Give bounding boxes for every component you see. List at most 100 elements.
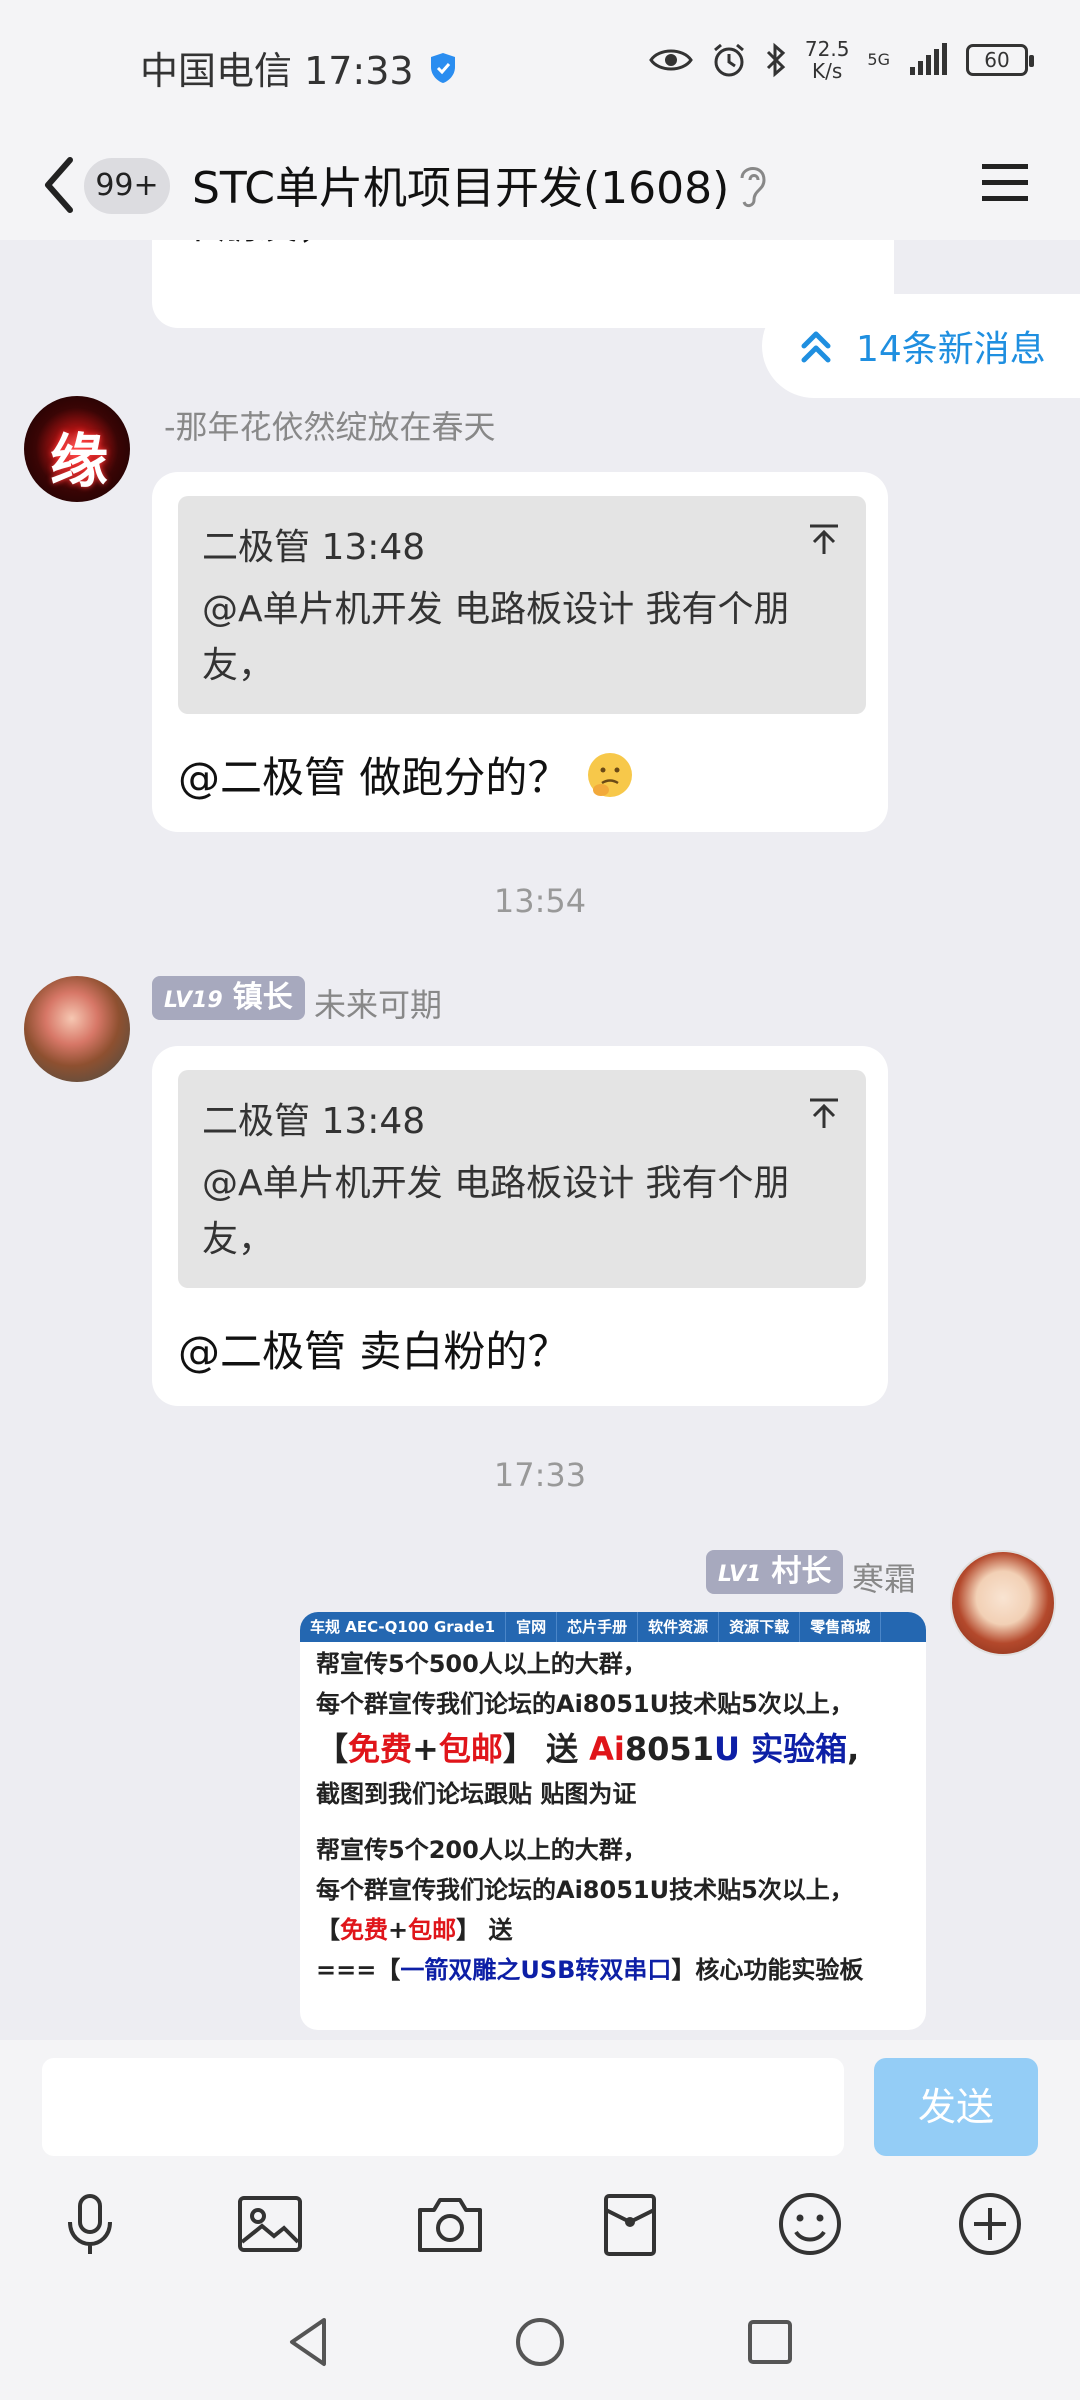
image-nav-item: 软件资源 — [638, 1612, 720, 1642]
image-text: 帮宣传5个500人以上的大群， 每个群宣传我们论坛的Ai8051U技术贴5次以上… — [316, 1644, 916, 1990]
status-left: 中国电信 17:33 — [140, 40, 458, 95]
quote-text: @A单片机开发 电路板设计 我有个朋友， — [202, 589, 790, 686]
status-bar: 中国电信 17:33 72.5 K/s 5G 60 — [0, 0, 1080, 130]
network-type: 5G — [867, 50, 890, 69]
quoted-message[interactable]: 二极管 13:48 @A单片机开发 电路板设计 我有个朋友， — [178, 1070, 866, 1288]
image-line: 截图到我们论坛跟贴 贴图为证 — [316, 1780, 637, 1808]
quote-author-time: 二极管 13:48 — [202, 527, 426, 568]
level-title: 村长 — [771, 1554, 832, 1589]
image-text-part: Ai — [589, 1730, 625, 1768]
image-text-part: ===【 — [316, 1956, 401, 1984]
quoted-message[interactable]: 二极管 13:48 @A单片机开发 电路板设计 我有个朋友， — [178, 496, 866, 714]
image-nav-item: 零售商城 — [800, 1612, 882, 1642]
image-text-part: 一箭双雕之USB转双串口 — [400, 1956, 672, 1984]
image-nav-item: 芯片手册 — [557, 1612, 639, 1642]
image-text-part: 包邮 — [438, 1730, 503, 1768]
level-badge: LV19 镇长 — [152, 976, 305, 1020]
image-message[interactable]: 车规 AEC-Q100 Grade1 官网 芯片手册 软件资源 资源下载 零售商… — [300, 1612, 926, 2030]
unread-badge[interactable]: 99+ — [84, 158, 170, 214]
message-text: 个朋友， — [178, 240, 338, 250]
quote-text: @A单片机开发 电路板设计 我有个朋友， — [202, 1163, 790, 1260]
jump-to-quote-icon[interactable] — [806, 522, 842, 558]
image-text-part: 】核心功能实验板 — [671, 1956, 864, 1984]
image-line-highlight: ===【一箭双雕之USB转双串口】核心功能实验板 — [316, 1950, 916, 1990]
signal-icon — [910, 43, 947, 75]
message-bubble[interactable]: 二极管 13:48 @A单片机开发 电路板设计 我有个朋友， @二极管 做跑分的… — [152, 472, 888, 832]
eye-icon — [649, 49, 693, 71]
new-messages-label: 14条新消息 — [856, 329, 1046, 370]
speed-unit: K/s — [812, 59, 843, 83]
home-circle-icon[interactable] — [510, 2312, 570, 2372]
image-text-part: 】 送 — [456, 1916, 513, 1944]
thinking-face-emoji-icon — [588, 752, 633, 797]
image-nav-item: 官网 — [506, 1612, 558, 1642]
reply-line: @二极管 做跑分的？ — [178, 744, 635, 805]
image-icon[interactable] — [234, 2188, 306, 2260]
level-text: LV19 — [164, 988, 223, 1013]
image-nav-bar: 车规 AEC-Q100 Grade1 官网 芯片手册 软件资源 资源下载 零售商… — [300, 1612, 926, 1642]
image-text-part: 包邮 — [408, 1916, 457, 1944]
shield-icon — [430, 52, 455, 83]
avatar[interactable] — [950, 1550, 1056, 1656]
image-text-part: , — [847, 1730, 860, 1768]
image-line: 每个群宣传我们论坛的Ai8051U技术贴5次以上， — [316, 1876, 854, 1904]
system-nav-bar — [0, 2280, 1080, 2400]
image-text-part: 【 — [316, 1916, 340, 1944]
plus-icon[interactable] — [954, 2188, 1026, 2260]
image-line: 帮宣传5个200人以上的大群， — [316, 1836, 647, 1864]
message-bubble[interactable]: 二极管 13:48 @A单片机开发 电路板设计 我有个朋友， @二极管 卖白粉的… — [152, 1046, 888, 1406]
chat-area[interactable]: 个朋友， 14条新消息 缘 -那年花依然绽放在春天 二极管 13:48 @A单片… — [0, 240, 1080, 2040]
recent-square-icon[interactable] — [740, 2312, 800, 2372]
red-packet-icon[interactable] — [594, 2188, 666, 2260]
message-input[interactable] — [42, 2058, 844, 2156]
image-nav-item: 资源下载 — [719, 1612, 801, 1642]
level-badge: LV1 村长 — [706, 1550, 844, 1594]
alarm-icon — [713, 43, 744, 77]
image-nav-item: 车规 AEC-Q100 Grade1 — [300, 1612, 507, 1642]
sender-name[interactable]: 寒霜 — [852, 1554, 916, 1600]
emoji-icon[interactable] — [774, 2188, 846, 2260]
image-text-part: 【 — [316, 1730, 349, 1768]
image-text-part: 】 送 — [502, 1730, 590, 1768]
send-button[interactable]: 发送 — [874, 2058, 1038, 2156]
avatar[interactable] — [24, 976, 130, 1082]
image-text-part: + — [412, 1730, 439, 1768]
image-line: 帮宣传5个500人以上的大群， — [316, 1650, 647, 1678]
camera-icon[interactable] — [414, 2188, 486, 2260]
net-speed: 72.5 K/s — [805, 38, 850, 82]
jump-to-quote-icon[interactable] — [806, 1096, 842, 1132]
battery-icon: 60 — [966, 44, 1034, 76]
avatar-glyph: 缘 — [50, 427, 109, 495]
back-arrow-icon[interactable] — [36, 152, 86, 218]
input-bar: 发送 — [0, 2040, 1080, 2180]
double-chevron-up-icon — [801, 331, 831, 363]
image-line-highlight: 【免费+包邮】 送 Ai8051U 实验箱, — [316, 1724, 916, 1774]
image-text-part: 免费 — [340, 1916, 388, 1944]
carrier-time: 中国电信 17:33 — [140, 49, 414, 93]
bluetooth-icon — [766, 42, 786, 78]
image-line: 每个群宣传我们论坛的Ai8051U技术贴5次以上， — [316, 1690, 854, 1718]
reply-text: @二极管 卖白粉的？ — [178, 1327, 570, 1376]
menu-icon[interactable] — [980, 158, 1030, 208]
speed-value: 72.5 — [804, 37, 850, 61]
image-text-part: + — [388, 1916, 409, 1944]
image-line-highlight: 【免费+包邮】 送 — [316, 1910, 916, 1950]
back-triangle-icon[interactable] — [280, 2312, 340, 2372]
sender-name[interactable]: -那年花依然绽放在春天 — [164, 402, 496, 448]
image-text-part: 免费 — [348, 1730, 413, 1768]
timestamp: 17:33 — [493, 1456, 587, 1494]
input-toolbar — [0, 2180, 1080, 2280]
reply-text: @二极管 做跑分的？ — [178, 753, 570, 802]
status-right: 72.5 K/s 5G 60 — [649, 38, 1034, 82]
image-text-part: 8051 — [624, 1730, 714, 1768]
microphone-icon[interactable] — [54, 2188, 126, 2260]
new-messages-button[interactable]: 14条新消息 — [762, 294, 1080, 398]
sender-name[interactable]: 未来可期 — [314, 980, 442, 1026]
level-title: 镇长 — [232, 980, 293, 1015]
ear-icon[interactable] — [734, 160, 770, 210]
level-text: LV1 — [718, 1562, 762, 1587]
group-title[interactable]: STC单片机项目开发(1608) — [192, 152, 729, 216]
avatar[interactable]: 缘 — [24, 396, 130, 502]
chat-header: 99+ STC单片机项目开发(1608) — [0, 130, 1080, 240]
timestamp: 13:54 — [493, 882, 587, 920]
